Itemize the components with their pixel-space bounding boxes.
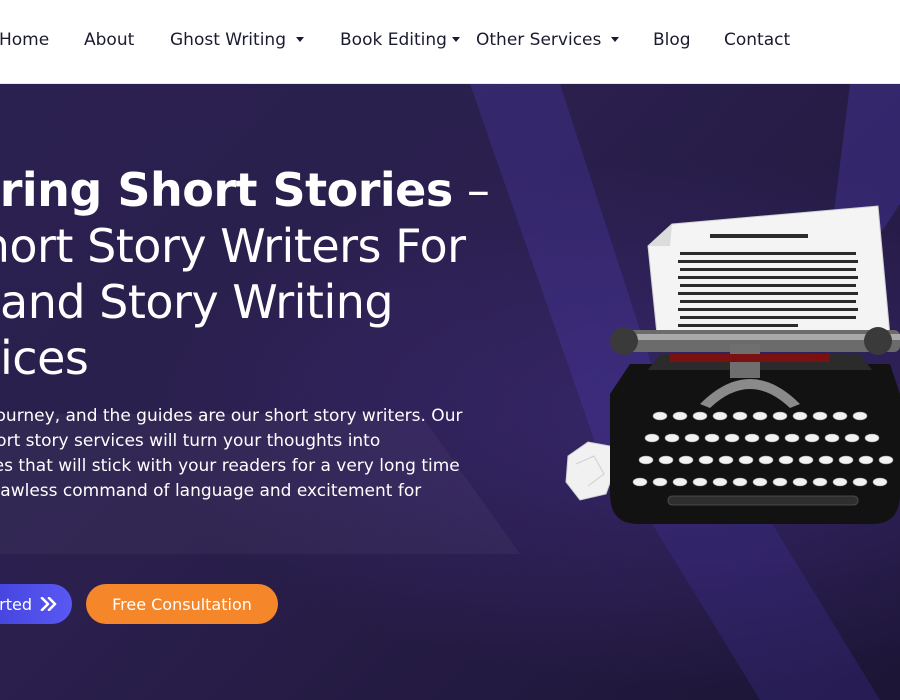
description-line: stories that will stick with your reader…	[0, 456, 460, 476]
space-bar	[667, 495, 859, 506]
free-consultation-button[interactable]: Free Consultation	[86, 584, 278, 624]
description-line: our flawless command of language and exc…	[0, 481, 422, 501]
nav-item-blog[interactable]: Blog	[653, 30, 691, 50]
caret-down-icon	[451, 36, 460, 42]
headline-dash: –	[452, 163, 490, 217]
top-navbar: Home About Ghost Writing Book Editing Ot…	[0, 0, 900, 84]
nav-item-ghost-writing[interactable]: Ghost Writing	[170, 30, 304, 50]
nav-item-contact[interactable]: Contact	[724, 30, 790, 50]
nav-item-home[interactable]: Home	[0, 30, 49, 50]
nav-item-label: Other Services	[476, 30, 602, 50]
get-started-button[interactable]: rted	[0, 584, 72, 624]
typewriter-illustration	[565, 205, 900, 524]
hero-headline: piring Short Stories – Short Story Write…	[0, 162, 572, 386]
headline-line4: ices	[0, 331, 89, 385]
hero-section: piring Short Stories – Short Story Write…	[0, 84, 900, 700]
headline-line2: Short Story Writers For	[0, 219, 466, 273]
hero-description: is a journey, and the guides are our sho…	[0, 404, 556, 504]
get-started-label: rted	[0, 594, 32, 614]
nav-item-label: About	[84, 30, 135, 50]
nav-item-label: Blog	[653, 30, 691, 50]
nav-item-other-services[interactable]: Other Services	[476, 30, 620, 50]
headline-bold-text: piring Short Stories	[0, 163, 453, 217]
description-line: al short story services will turn your t…	[0, 431, 381, 451]
crumpled-paper-icon	[565, 441, 617, 501]
paper-sheet	[647, 205, 891, 345]
nav-item-label: Ghost Writing	[170, 30, 286, 50]
caret-down-icon	[296, 36, 304, 42]
nav-item-label: Home	[0, 30, 50, 50]
caret-down-icon	[611, 36, 620, 42]
double-chevron-right-icon	[40, 597, 57, 611]
nav-item-about[interactable]: About	[84, 30, 134, 50]
description-line: is a journey, and the guides are our sho…	[0, 406, 463, 426]
nav-item-label: Contact	[724, 30, 791, 50]
nav-item-book-editing[interactable]: Book Editing	[340, 30, 460, 50]
headline-line3: and Story Writing	[0, 275, 394, 329]
free-consultation-label: Free Consultation	[112, 594, 252, 614]
nav-item-label: Book Editing	[340, 30, 447, 50]
